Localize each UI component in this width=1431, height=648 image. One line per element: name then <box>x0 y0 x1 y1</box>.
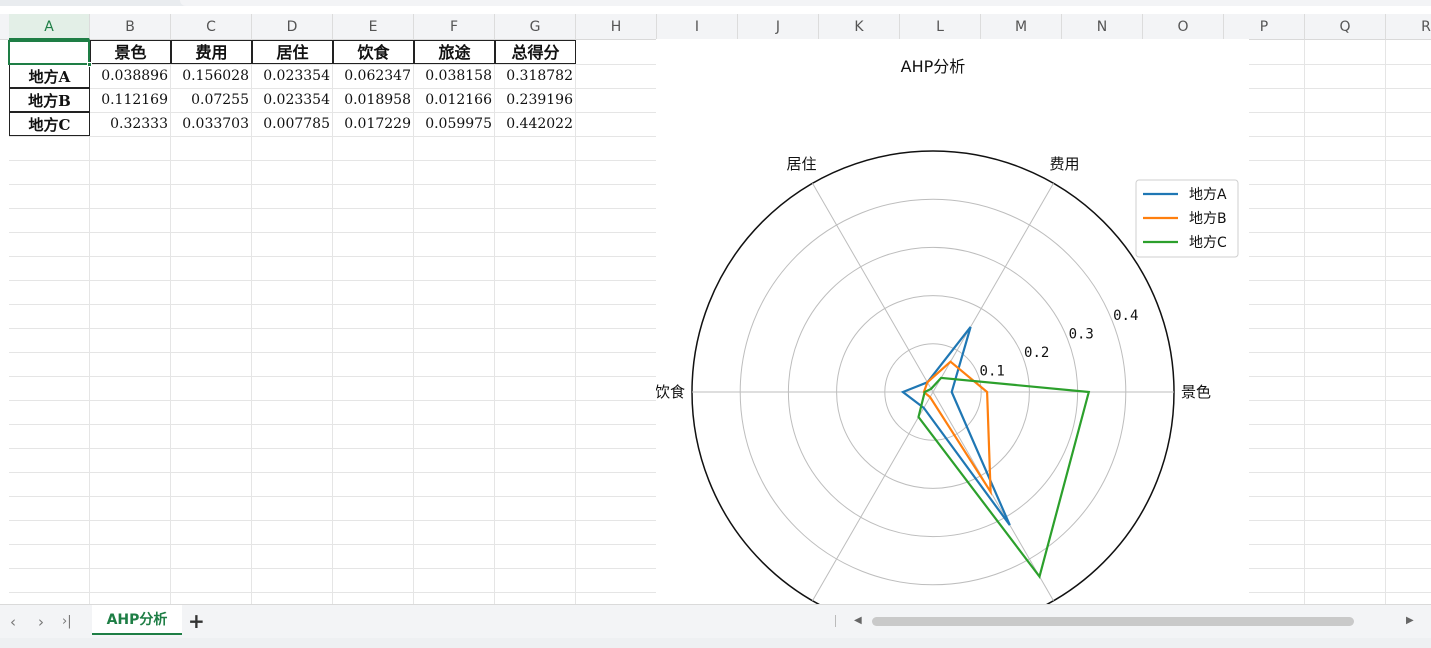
row-label-cell[interactable]: 地方B <box>9 88 90 112</box>
row-label-cell[interactable]: 地方C <box>9 112 90 136</box>
header-cell[interactable]: 居住 <box>252 40 333 64</box>
column-header-f[interactable]: F <box>414 14 495 40</box>
column-header-b[interactable]: B <box>90 14 171 40</box>
series-line-1 <box>900 326 1011 526</box>
radial-tick-label: 0.4 <box>1113 308 1138 324</box>
value-cell[interactable]: 0.239196 <box>495 88 576 112</box>
value-cell[interactable]: 0.023354 <box>252 64 333 88</box>
value-cell[interactable]: 0.07255 <box>171 88 252 112</box>
next-sheet-arrow-icon[interactable]: › <box>38 613 44 631</box>
column-header-g[interactable]: G <box>495 14 576 40</box>
sheet-tab-ahp[interactable]: AHP分析 <box>92 605 182 635</box>
category-label: 景色 <box>1181 383 1211 401</box>
header-cell[interactable]: 费用 <box>171 40 252 64</box>
value-cell[interactable]: 0.062347 <box>333 64 414 88</box>
value-cell[interactable]: 0.32333 <box>90 112 171 136</box>
legend-label: 地方A <box>1189 187 1227 203</box>
column-header-o[interactable]: O <box>1143 14 1224 40</box>
active-cell-selection[interactable] <box>8 40 90 65</box>
horizontal-scrollbar[interactable]: ◀ ▶ <box>850 615 1420 627</box>
legend-label: 地方B <box>1189 211 1227 227</box>
spoke-line <box>812 391 934 601</box>
series-line-3 <box>917 376 1091 579</box>
sheet-tab-bar: ‹ › ›| AHP分析 + ◀ ▶ <box>0 604 1431 638</box>
category-label: 饮食 <box>656 383 685 401</box>
add-sheet-button[interactable]: + <box>188 609 205 633</box>
header-cell[interactable]: 景色 <box>90 40 171 64</box>
radial-tick-label: 0.3 <box>1069 327 1094 343</box>
horizontal-scroll-thumb[interactable] <box>872 617 1354 626</box>
value-cell[interactable]: 0.023354 <box>252 88 333 112</box>
column-header-row: ABCDEFGHIJKLMNOPQR <box>0 14 1431 40</box>
column-header-h[interactable]: H <box>576 14 657 40</box>
spoke-line <box>812 183 934 393</box>
status-bar <box>0 638 1431 648</box>
column-header-c[interactable]: C <box>171 14 252 40</box>
ahp-radar-chart[interactable]: AHP分析景色费用居住饮食旅途总得分0.10.20.30.4地方A地方B地方C <box>656 39 1249 604</box>
scroll-separator <box>835 615 836 627</box>
last-sheet-arrow-icon[interactable]: ›| <box>62 614 72 629</box>
value-cell[interactable]: 0.018958 <box>333 88 414 112</box>
column-header-e[interactable]: E <box>333 14 414 40</box>
column-header-p[interactable]: P <box>1224 14 1305 40</box>
value-cell[interactable]: 0.038158 <box>414 64 495 88</box>
first-sheet-arrow-icon[interactable]: ‹ <box>10 613 16 631</box>
radial-tick-label: 0.1 <box>980 364 1005 380</box>
column-header-r[interactable]: R <box>1386 14 1431 40</box>
radial-tick-label: 0.2 <box>1024 345 1049 361</box>
header-cell[interactable]: 饮食 <box>333 40 414 64</box>
value-cell[interactable]: 0.012166 <box>414 88 495 112</box>
header-cell[interactable]: 旅途 <box>414 40 495 64</box>
column-header-d[interactable]: D <box>252 14 333 40</box>
category-label: 居住 <box>786 155 816 173</box>
column-header-l[interactable]: L <box>900 14 981 40</box>
value-cell[interactable]: 0.007785 <box>252 112 333 136</box>
header-cell[interactable]: 总得分 <box>495 40 576 64</box>
column-header-a[interactable]: A <box>9 14 90 40</box>
value-cell[interactable]: 0.038896 <box>90 64 171 88</box>
column-header-j[interactable]: J <box>738 14 819 40</box>
value-cell[interactable]: 0.033703 <box>171 112 252 136</box>
value-cell[interactable]: 0.059975 <box>414 112 495 136</box>
column-header-k[interactable]: K <box>819 14 900 40</box>
value-cell[interactable]: 0.156028 <box>171 64 252 88</box>
scroll-right-icon[interactable]: ▶ <box>1406 615 1414 626</box>
row-label-cell[interactable]: 地方A <box>9 64 90 88</box>
value-cell[interactable]: 0.112169 <box>90 88 171 112</box>
column-header-m[interactable]: M <box>981 14 1062 40</box>
column-header-i[interactable]: I <box>657 14 738 40</box>
scroll-left-icon[interactable]: ◀ <box>854 615 862 626</box>
legend-label: 地方C <box>1189 235 1227 251</box>
value-cell[interactable]: 0.442022 <box>495 112 576 136</box>
category-label: 费用 <box>1049 155 1079 173</box>
value-cell[interactable]: 0.017229 <box>333 112 414 136</box>
spreadsheet-grid[interactable]: ABCDEFGHIJKLMNOPQR 景色 费用 居住 饮食 旅途 总得分 地方A 0.038… <box>0 6 1431 604</box>
column-header-q[interactable]: Q <box>1305 14 1386 40</box>
column-header-n[interactable]: N <box>1062 14 1143 40</box>
chart-title: AHP分析 <box>901 57 966 76</box>
fill-handle[interactable] <box>87 62 92 67</box>
value-cell[interactable]: 0.318782 <box>495 64 576 88</box>
